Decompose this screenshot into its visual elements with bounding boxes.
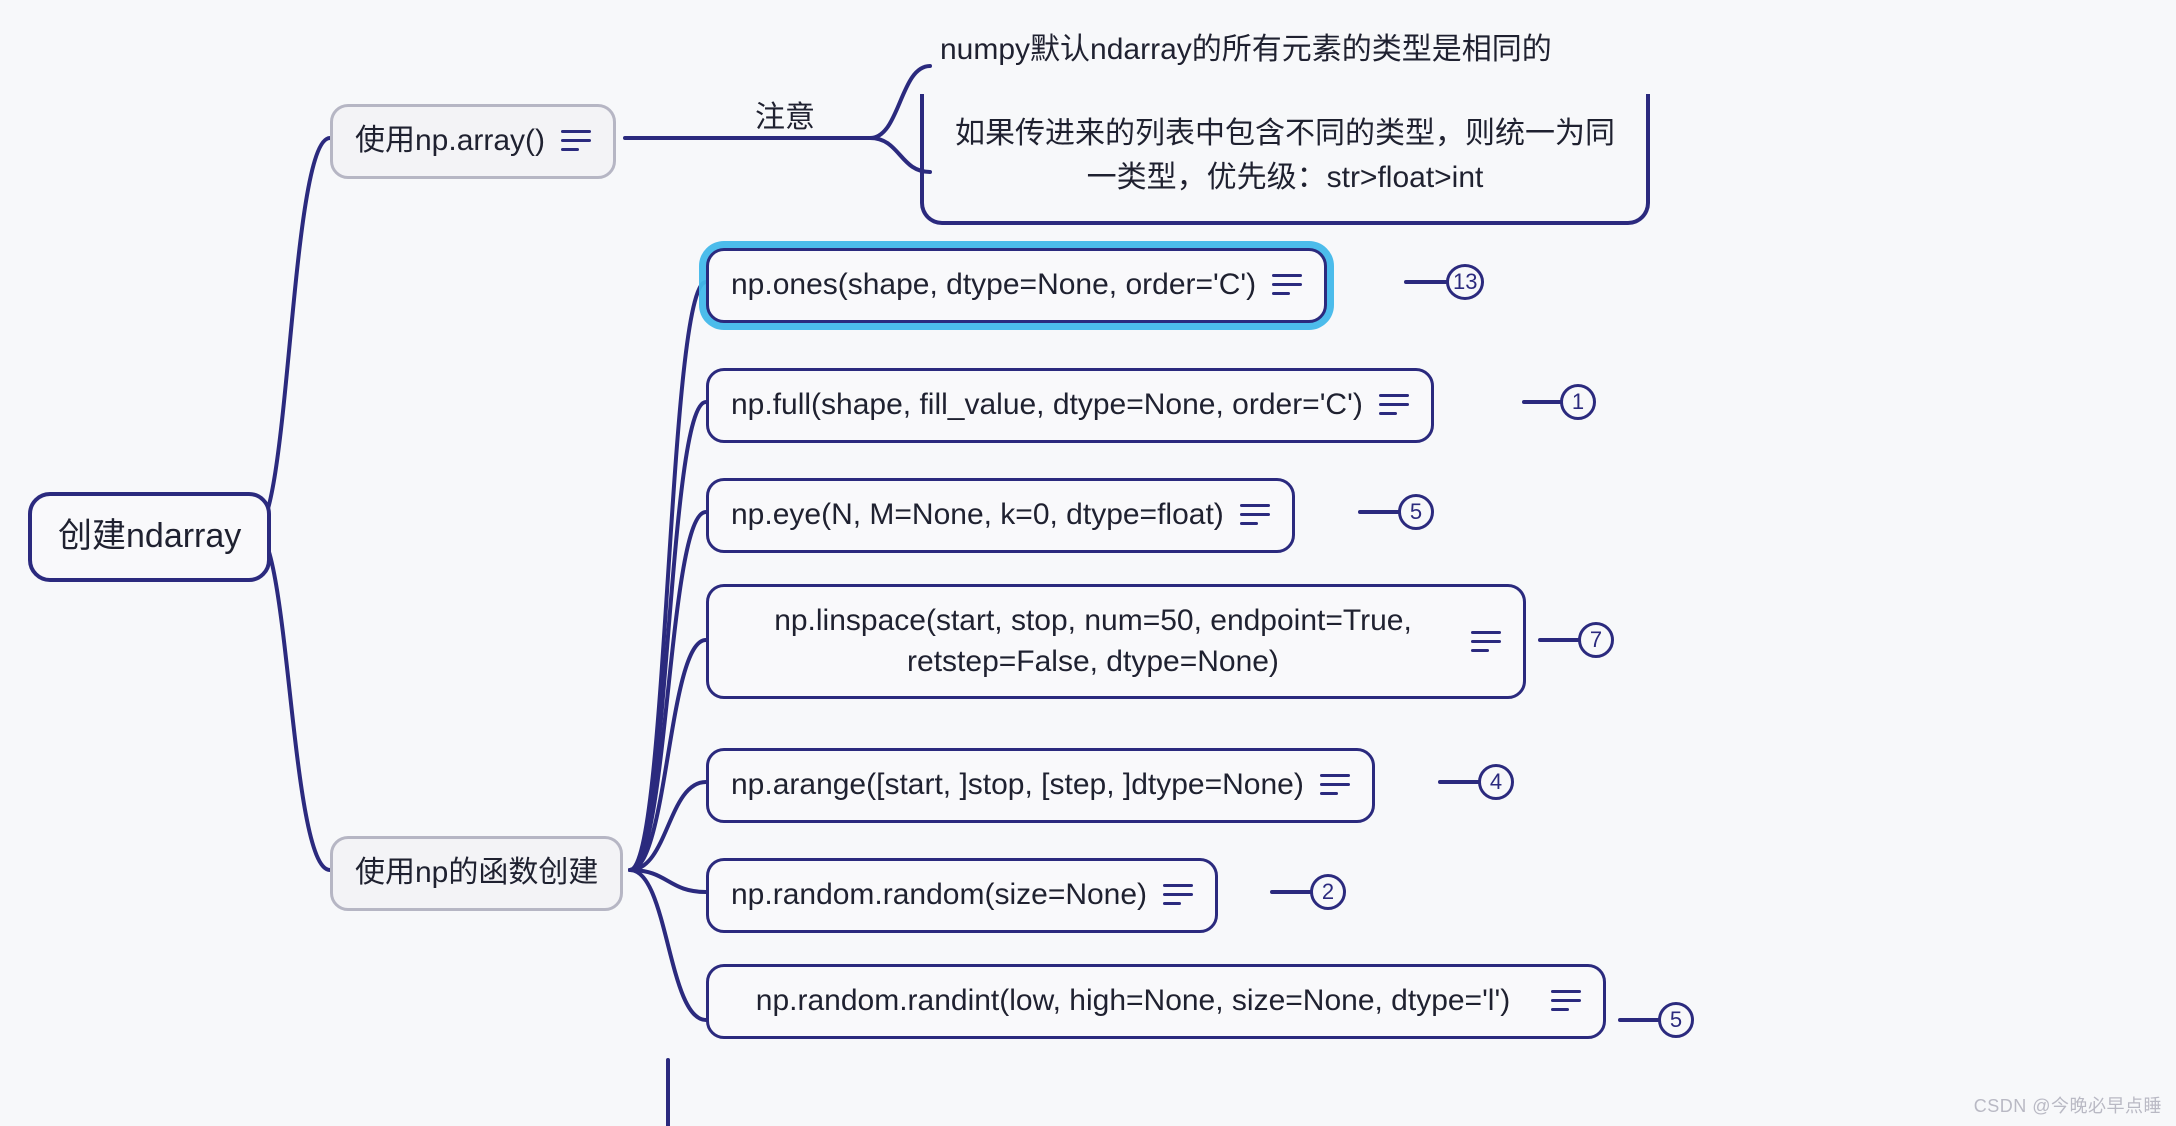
fn-label: np.random.randint(low, high=None, size=N…: [731, 981, 1535, 1022]
fn-label: np.random.random(size=None): [731, 875, 1147, 916]
edge-label-attention: 注意: [755, 92, 815, 136]
fn-np-linspace[interactable]: np.linspace(start, stop, num=50, endpoin…: [706, 584, 1526, 699]
fn-label: np.ones(shape, dtype=None, order='C'): [731, 265, 1256, 306]
branch-use-np-array[interactable]: 使用np.array(): [330, 104, 616, 179]
fn-np-arange[interactable]: np.arange([start, ]stop, [step, ]dtype=N…: [706, 748, 1375, 823]
branch-use-np-functions[interactable]: 使用np的函数创建: [330, 836, 623, 911]
branch1-label: 使用np.array(): [355, 121, 545, 162]
badge-np-eye[interactable]: 5: [1398, 494, 1434, 530]
root-node[interactable]: 创建ndarray: [28, 492, 271, 582]
watermark: CSDN @今晚必早点睡: [1974, 1092, 2162, 1118]
badge-np-linspace[interactable]: 7: [1578, 622, 1614, 658]
notes-icon: [1551, 990, 1581, 1012]
fn-np-random-randint[interactable]: np.random.randint(low, high=None, size=N…: [706, 964, 1606, 1039]
badge-np-arange[interactable]: 4: [1478, 764, 1514, 800]
badge-np-random-randint[interactable]: 5: [1658, 1002, 1694, 1038]
badge-np-random-random[interactable]: 2: [1310, 874, 1346, 910]
attention-note-2-text: 如果传进来的列表中包含不同的类型，则统一为同一类型，优先级：str>float>…: [955, 117, 1615, 194]
notes-icon: [1320, 774, 1350, 796]
fn-np-eye[interactable]: np.eye(N, M=None, k=0, dtype=float): [706, 478, 1295, 553]
attention-note-2: 如果传进来的列表中包含不同的类型，则统一为同一类型，优先级：str>float>…: [920, 94, 1650, 225]
notes-icon: [1471, 631, 1501, 653]
badge-np-ones[interactable]: 13: [1446, 264, 1484, 300]
fn-label: np.eye(N, M=None, k=0, dtype=float): [731, 495, 1224, 536]
notes-icon: [1240, 504, 1270, 526]
notes-icon: [1163, 884, 1193, 906]
branch2-label: 使用np的函数创建: [355, 853, 598, 894]
badge-np-full[interactable]: 1: [1560, 384, 1596, 420]
root-label: 创建ndarray: [58, 514, 241, 560]
notes-icon: [561, 130, 591, 152]
fn-np-ones[interactable]: np.ones(shape, dtype=None, order='C'): [706, 248, 1327, 323]
notes-icon: [1272, 274, 1302, 296]
attention-note-1: numpy默认ndarray的所有元素的类型是相同的: [940, 24, 1552, 68]
fn-label: np.arange([start, ]stop, [step, ]dtype=N…: [731, 765, 1304, 806]
fn-label: np.linspace(start, stop, num=50, endpoin…: [731, 601, 1455, 682]
fn-np-full[interactable]: np.full(shape, fill_value, dtype=None, o…: [706, 368, 1434, 443]
fn-label: np.full(shape, fill_value, dtype=None, o…: [731, 385, 1363, 426]
fn-np-random-random[interactable]: np.random.random(size=None): [706, 858, 1218, 933]
notes-icon: [1379, 394, 1409, 416]
